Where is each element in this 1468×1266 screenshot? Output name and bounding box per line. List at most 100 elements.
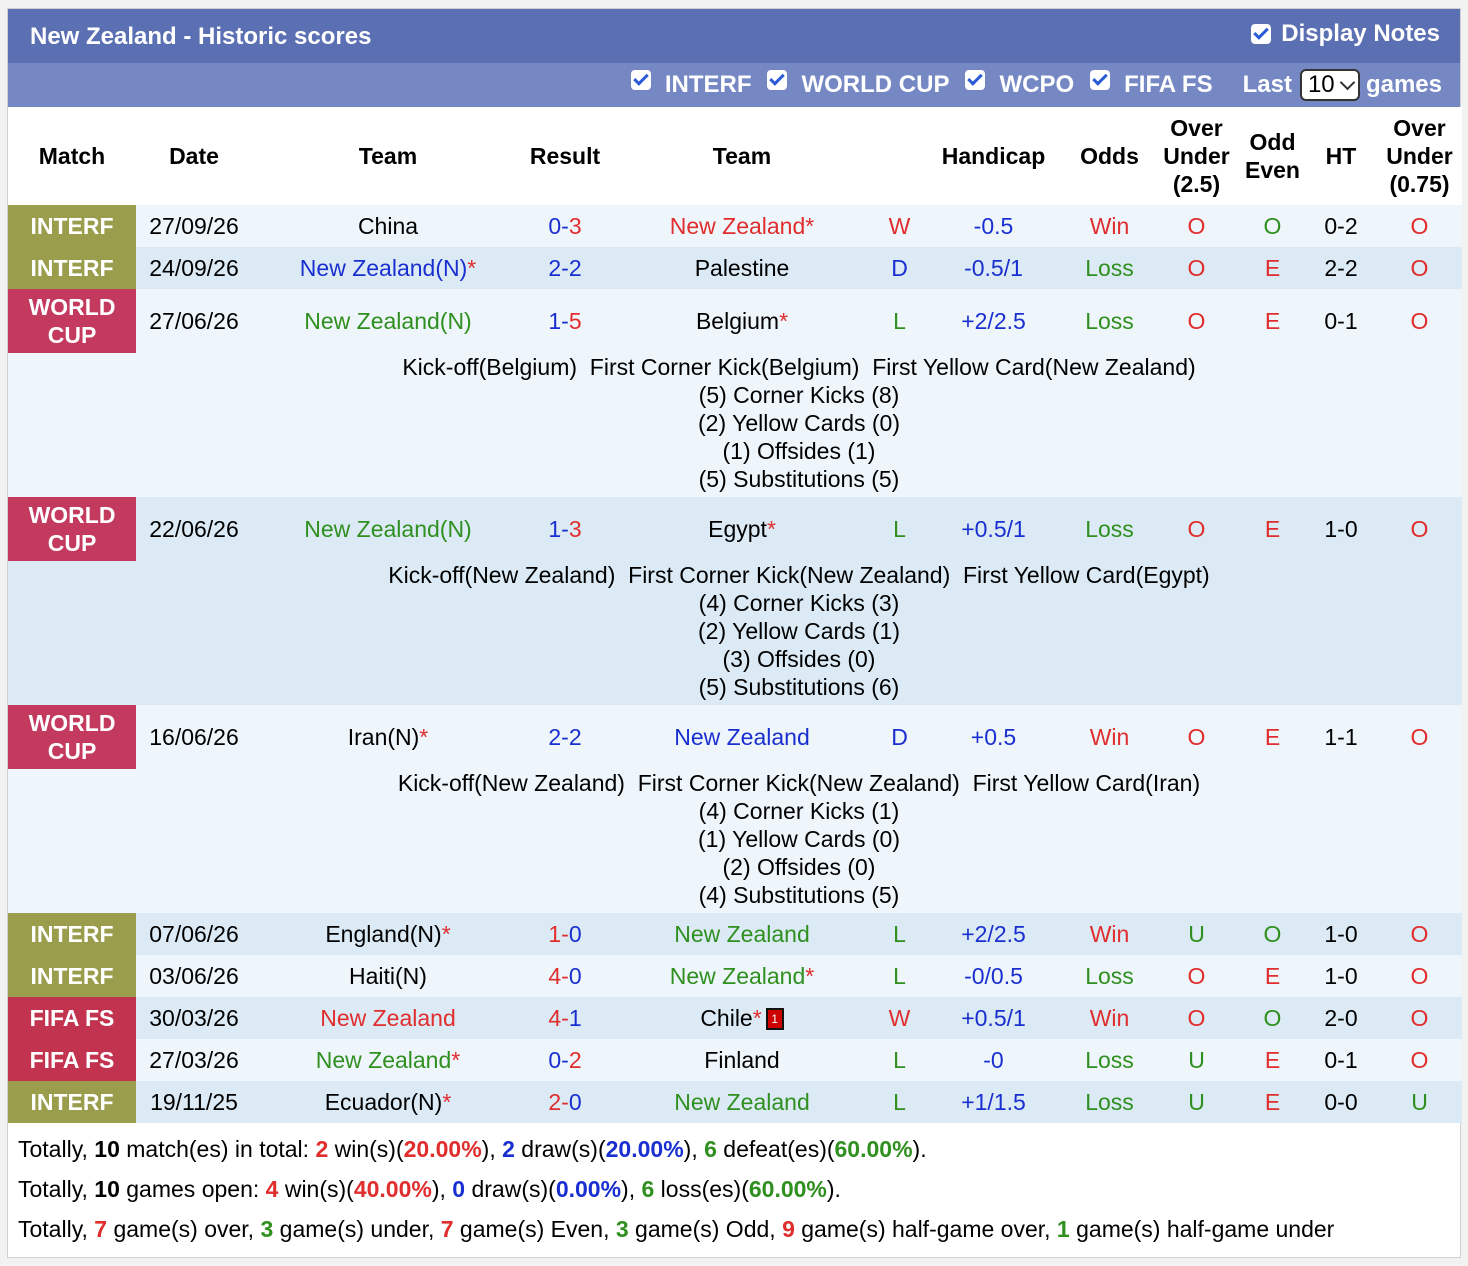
note-subs: (5) Substitutions (6) — [698, 674, 900, 700]
result-away-goals: 2 — [568, 254, 582, 281]
filter-bar: INTERF WORLD CUP WCPO FIFA FS Last 10 ga… — [8, 63, 1460, 107]
away-team[interactable]: Palestine — [606, 247, 878, 289]
notes-spacer — [8, 353, 136, 497]
league-badge[interactable]: INTERF — [8, 913, 136, 955]
last-label: Last — [1242, 71, 1292, 98]
home-team-name: New Zealand(N) — [304, 515, 472, 542]
odds-result: Loss — [1066, 289, 1153, 353]
match-result[interactable]: 2-0 — [524, 1081, 606, 1123]
filter-interf[interactable]: INTERF — [630, 70, 751, 99]
display-notes-toggle[interactable]: Display Notes — [1251, 20, 1440, 48]
match-result[interactable]: 1-5 — [524, 289, 606, 353]
away-team[interactable]: New Zealand — [606, 705, 878, 769]
league-badge[interactable]: INTERF — [8, 955, 136, 997]
league-badge[interactable]: INTERF — [8, 205, 136, 247]
home-team[interactable]: Haiti(N) — [252, 955, 524, 997]
home-team[interactable]: Ecuador(N)* — [252, 1081, 524, 1123]
table-row: INTERF 03/06/26 Haiti(N) 4-0 New Zealand* L -0… — [8, 955, 1462, 997]
home-team[interactable]: Iran(N)* — [252, 705, 524, 769]
home-team-name: New Zealand — [320, 1004, 456, 1031]
wdl-result: L — [878, 1039, 921, 1081]
match-result[interactable]: 2-2 — [524, 705, 606, 769]
odd-even: O — [1240, 913, 1305, 955]
match-result[interactable]: 0-2 — [524, 1039, 606, 1081]
away-team-name: Finland — [704, 1046, 780, 1073]
odd-even: E — [1240, 705, 1305, 769]
match-result[interactable]: 1-0 — [524, 913, 606, 955]
odds-result: Win — [1066, 705, 1153, 769]
away-team[interactable]: New Zealand — [606, 913, 878, 955]
half-time-score: 2-2 — [1305, 247, 1377, 289]
filter-world-cup[interactable]: WORLD CUP — [767, 70, 949, 99]
home-team[interactable]: New Zealand — [252, 997, 524, 1039]
league-badge[interactable]: FIFA FS — [8, 997, 136, 1039]
home-team[interactable]: New Zealand(N) — [252, 289, 524, 353]
result-separator: - — [561, 515, 569, 542]
filter-interf-checkbox[interactable] — [630, 70, 651, 90]
match-result[interactable]: 0-3 — [524, 205, 606, 247]
home-team-name: Ecuador(N) — [324, 1088, 443, 1115]
home-team[interactable]: New Zealand(N)* — [252, 247, 524, 289]
home-team-name: England(N) — [325, 920, 442, 947]
away-team-name: New Zealand — [674, 1088, 810, 1115]
result-home-goals: 2 — [548, 723, 562, 750]
home-team[interactable]: England(N)* — [252, 913, 524, 955]
away-team[interactable]: Finland — [606, 1039, 878, 1081]
display-notes-checkbox[interactable] — [1251, 24, 1272, 44]
home-team[interactable]: China — [252, 205, 524, 247]
filter-fifa-fs-checkbox[interactable] — [1090, 70, 1111, 90]
league-badge[interactable]: WORLD CUP — [8, 705, 136, 769]
result-away-goals: 0 — [568, 962, 582, 989]
col-result: Result — [524, 107, 606, 205]
away-team[interactable]: New Zealand* — [606, 955, 878, 997]
league-badge[interactable]: INTERF — [8, 247, 136, 289]
panel-title: New Zealand - Historic scores — [30, 23, 372, 50]
home-star: * — [442, 1088, 452, 1115]
away-team[interactable]: New Zealand* — [606, 205, 878, 247]
league-badge[interactable]: INTERF — [8, 1081, 136, 1123]
wdl-result: L — [878, 913, 921, 955]
match-result[interactable]: 1-3 — [524, 497, 606, 561]
note-subs: (4) Substitutions (5) — [698, 882, 900, 908]
match-date: 27/09/26 — [136, 205, 252, 247]
result-separator: - — [561, 1004, 569, 1031]
away-team[interactable]: Egypt* — [606, 497, 878, 561]
filter-fifa-fs[interactable]: FIFA FS — [1090, 70, 1213, 99]
filter-wcpo-checkbox[interactable] — [965, 70, 986, 90]
result-home-goals: 1 — [548, 515, 562, 542]
last-games-control: Last 10 games — [1243, 69, 1442, 101]
filter-world-cup-checkbox[interactable] — [767, 70, 788, 90]
over-under: U — [1153, 1081, 1240, 1123]
chevron-down-icon — [1339, 74, 1355, 90]
away-team[interactable]: New Zealand — [606, 1081, 878, 1123]
home-team[interactable]: New Zealand(N) — [252, 497, 524, 561]
filter-wcpo[interactable]: WCPO — [965, 70, 1074, 99]
odd-even: E — [1240, 955, 1305, 997]
away-team[interactable]: Belgium* — [606, 289, 878, 353]
table-row: INTERF 24/09/26 New Zealand(N)* 2-2 Palestin… — [8, 247, 1462, 289]
last-games-select[interactable]: 10 — [1299, 69, 1360, 101]
match-result[interactable]: 4-1 — [524, 997, 606, 1039]
league-badge[interactable]: WORLD CUP — [8, 289, 136, 353]
league-badge[interactable]: FIFA FS — [8, 1039, 136, 1081]
half-time-score: 0-0 — [1305, 1081, 1377, 1123]
odds-result: Win — [1066, 997, 1153, 1039]
col-away-team: Team — [606, 107, 878, 205]
handicap: +0.5/1 — [921, 497, 1066, 561]
home-team[interactable]: New Zealand* — [252, 1039, 524, 1081]
result-away-goals: 0 — [568, 920, 582, 947]
result-away-goals: 2 — [568, 1046, 582, 1073]
match-result[interactable]: 4-0 — [524, 955, 606, 997]
home-team-name: New Zealand — [315, 1046, 452, 1073]
over-under-ht: O — [1377, 289, 1462, 353]
match-result[interactable]: 2-2 — [524, 247, 606, 289]
over-under-ht: O — [1377, 955, 1462, 997]
wdl-result: L — [878, 1081, 921, 1123]
filter-fifa-fs-label: FIFA FS — [1124, 71, 1213, 98]
away-star: * — [805, 962, 815, 989]
over-under-ht: O — [1377, 997, 1462, 1039]
result-home-goals: 0 — [548, 212, 562, 239]
league-badge[interactable]: WORLD CUP — [8, 497, 136, 561]
note-subs: (5) Substitutions (5) — [698, 466, 900, 492]
away-team[interactable]: Chile* 1 — [606, 997, 878, 1039]
